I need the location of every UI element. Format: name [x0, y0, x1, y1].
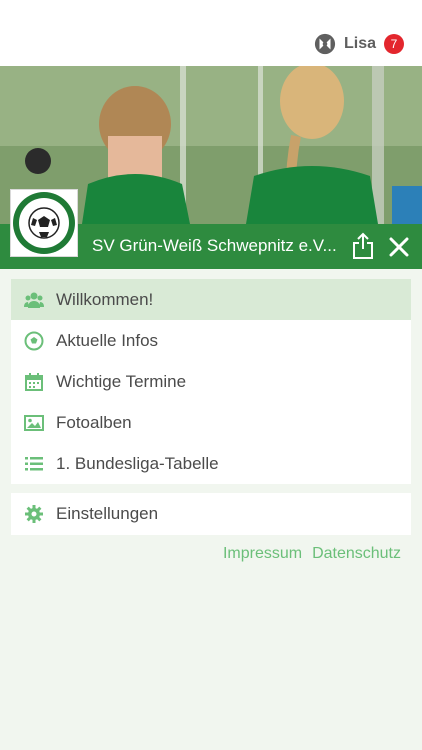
club-crest — [13, 192, 75, 254]
share-icon[interactable] — [352, 232, 374, 260]
menu-item-bundesliga-tabelle[interactable]: 1. Bundesliga-Tabelle — [11, 443, 411, 484]
user-menu[interactable]: Lisa 7 — [314, 32, 404, 56]
app-logo-icon — [314, 33, 336, 55]
menu-item-wichtige-termine[interactable]: Wichtige Termine — [11, 361, 411, 402]
menu-item-label: Willkommen! — [56, 289, 154, 309]
settings-label: Einstellungen — [56, 504, 159, 523]
soccer-ball-icon — [24, 331, 44, 350]
calendar-icon — [25, 372, 43, 391]
menu-item-aktuelle-infos[interactable]: Aktuelle Infos — [11, 320, 411, 361]
club-logo — [10, 189, 78, 257]
footer-links: Impressum Datenschutz — [223, 545, 401, 563]
main-menu: Willkommen! Aktuelle Infos Wichtige Term… — [11, 279, 411, 484]
club-name: SV Grün-Weiß Schwepnitz e.V... — [92, 236, 337, 255]
user-name: Lisa — [343, 35, 376, 52]
menu-item-label: Aktuelle Infos — [56, 330, 159, 350]
close-icon[interactable] — [388, 236, 410, 258]
image-icon — [24, 414, 44, 431]
menu-item-einstellungen[interactable]: Einstellungen — [11, 493, 411, 535]
datenschutz-link[interactable]: Datenschutz — [312, 545, 401, 563]
gear-icon — [25, 505, 43, 523]
notification-badge: 7 — [384, 34, 404, 54]
menu-item-label: 1. Bundesliga-Tabelle — [56, 453, 219, 473]
menu-item-willkommen[interactable]: Willkommen! — [11, 279, 411, 320]
menu-item-label: Fotoalben — [56, 412, 132, 432]
users-icon — [24, 292, 44, 308]
menu-item-label: Wichtige Termine — [56, 371, 187, 391]
menu-item-fotoalben[interactable]: Fotoalben — [11, 402, 411, 443]
list-icon — [25, 456, 43, 470]
impressum-link[interactable]: Impressum — [223, 545, 302, 563]
top-bar: Lisa 7 — [0, 0, 422, 66]
